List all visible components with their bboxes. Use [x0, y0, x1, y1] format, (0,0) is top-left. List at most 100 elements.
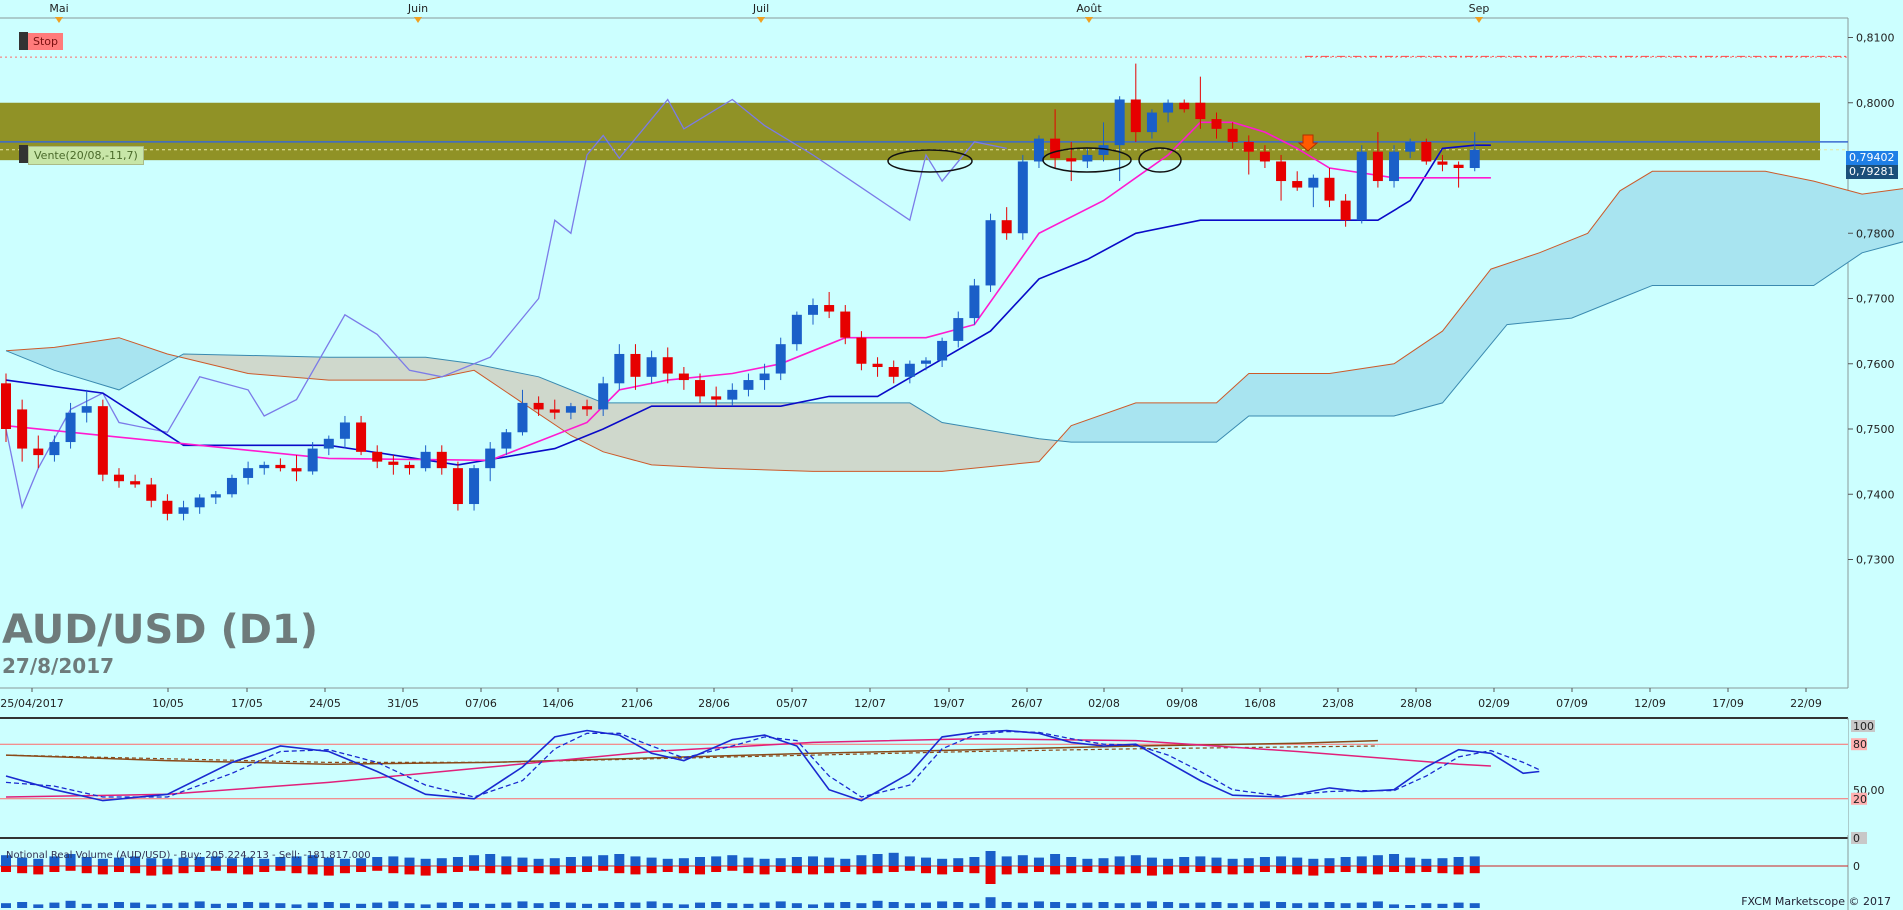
candle-body	[888, 367, 899, 377]
candle-body	[985, 220, 996, 286]
bottom-volume-bar	[743, 903, 754, 908]
candle-body	[1276, 161, 1287, 182]
stoch-tick-label: 0	[1853, 832, 1860, 845]
bottom-volume-bar	[662, 903, 673, 908]
volume-sell-bar	[452, 866, 463, 872]
volume-sell-bar	[388, 866, 399, 874]
bottom-volume-bar	[598, 903, 609, 908]
candle-body	[1017, 161, 1028, 234]
x-tick-label: 14/06	[542, 697, 574, 710]
bottom-volume-bar	[339, 903, 350, 908]
volume-sell-bar	[194, 866, 205, 872]
bottom-volume-bar	[1243, 902, 1254, 908]
candle-body	[1453, 164, 1464, 168]
volume-buy-bar	[662, 858, 673, 866]
volume-sell-bar	[226, 866, 237, 874]
volume-sell-bar	[549, 866, 560, 875]
candle-body	[1421, 141, 1432, 162]
x-tick-label: 31/05	[387, 697, 419, 710]
volume-buy-bar	[452, 857, 463, 866]
bottom-volume-bar	[323, 902, 334, 908]
volume-sell-bar	[1340, 866, 1351, 872]
candle-body	[178, 507, 189, 514]
volume-buy-bar	[743, 857, 754, 866]
stop-order-tag[interactable]: Stop	[28, 33, 64, 50]
bottom-volume-bar	[840, 902, 851, 908]
volume-buy-bar	[517, 857, 528, 866]
bottom-volume-bar	[1405, 905, 1416, 908]
candle-body	[49, 442, 60, 456]
volume-sell-bar	[275, 866, 286, 871]
bottom-volume-bar	[985, 897, 996, 908]
candle-body	[1356, 151, 1367, 221]
x-tick-label: 24/05	[309, 697, 341, 710]
volume-buy-bar	[1292, 857, 1303, 866]
volume-sell-bar	[501, 866, 512, 875]
volume-buy-bar	[1227, 858, 1238, 866]
bottom-volume-bar	[678, 904, 689, 908]
x-tick-label: 09/08	[1166, 697, 1198, 710]
bottom-volume-bar	[65, 900, 76, 908]
volume-sell-bar	[1308, 866, 1319, 876]
bottom-volume-bar	[1195, 902, 1206, 908]
bottom-volume-bar	[1437, 903, 1448, 908]
volume-sell-bar	[291, 866, 302, 874]
candle-body	[872, 363, 883, 368]
sell-order-tag[interactable]: Vente(20/08,-11,7)	[28, 146, 144, 165]
month-label: Août	[1076, 2, 1102, 15]
volume-buy-bar	[1259, 857, 1270, 866]
y-tick-label: 0,7700	[1856, 293, 1895, 306]
candle-body	[759, 373, 770, 381]
volume-sell-bar	[420, 866, 431, 876]
volume-buy-bar	[1130, 855, 1141, 866]
candle-body	[307, 448, 318, 472]
volume-buy-bar	[1421, 858, 1432, 866]
bottom-volume-bar	[775, 901, 786, 908]
candle-body	[1050, 138, 1061, 159]
volume-buy-bar	[888, 852, 899, 866]
bottom-volume-bar	[969, 903, 980, 908]
volume-buy-bar	[856, 855, 867, 866]
volume-sell-bar	[1276, 866, 1287, 874]
candle-body	[404, 464, 415, 469]
volume-sell-bar	[356, 866, 367, 872]
volume-sell-bar	[372, 866, 383, 871]
volume-sell-bar	[1114, 866, 1125, 875]
bottom-volume-bar	[953, 902, 964, 908]
bottom-volume-bar	[695, 902, 706, 908]
volume-sell-bar	[582, 866, 593, 872]
bottom-volume-bar	[291, 904, 302, 908]
sell-order-handle[interactable]	[19, 145, 28, 163]
volume-sell-bar	[1324, 866, 1335, 874]
stop-order-handle[interactable]	[19, 32, 28, 50]
bottom-volume-bar	[1421, 903, 1432, 908]
volume-sell-bar	[920, 866, 931, 874]
volume-sell-bar	[1259, 866, 1270, 872]
candle-body	[436, 451, 447, 469]
candle-body	[259, 464, 270, 469]
x-tick-label: 12/09	[1634, 697, 1666, 710]
volume-buy-bar	[840, 858, 851, 866]
x-tick-label: 12/07	[854, 697, 886, 710]
candle-body	[210, 494, 221, 498]
volume-sell-bar	[210, 866, 221, 871]
bottom-volume-bar	[226, 903, 237, 908]
volume-buy-bar	[1356, 856, 1367, 866]
volume-buy-bar	[1340, 857, 1351, 866]
candle-body	[81, 406, 92, 413]
copyright-text: FXCM Marketscope © 2017	[1741, 895, 1891, 908]
candle-body	[1340, 200, 1351, 221]
volume-buy-bar	[1001, 856, 1012, 866]
x-tick-label: 19/07	[933, 697, 965, 710]
candle-body	[969, 285, 980, 319]
volume-sell-bar	[1243, 866, 1254, 874]
candle-body	[291, 468, 302, 472]
volume-buy-bar	[678, 858, 689, 866]
candle-body	[1389, 151, 1400, 182]
bottom-volume-bar	[856, 903, 867, 908]
volume-buy-bar	[695, 857, 706, 866]
volume-buy-bar	[1017, 855, 1028, 866]
volume-buy-bar	[1033, 857, 1044, 866]
volume-sell-bar	[339, 866, 350, 874]
candle-body	[533, 402, 544, 410]
